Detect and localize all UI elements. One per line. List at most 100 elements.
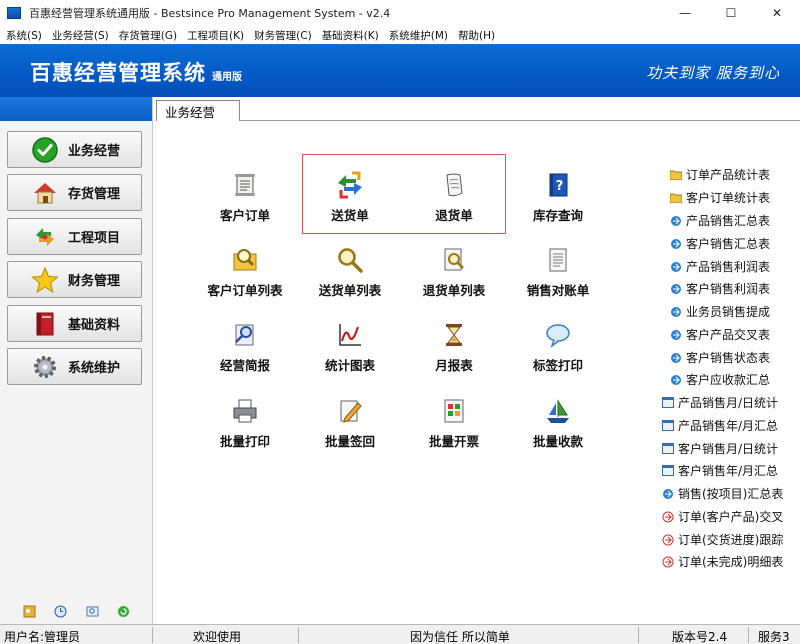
- sidebar-item-business[interactable]: 业务经营: [7, 131, 142, 168]
- statistics-chart-button[interactable]: 统计图表: [295, 319, 405, 374]
- key-icon[interactable]: [23, 604, 37, 618]
- report-link[interactable]: 产品销售年/月汇总: [661, 417, 778, 434]
- batch-collection-button[interactable]: 批量收款: [503, 395, 613, 450]
- grid-label: 批量打印: [219, 434, 270, 449]
- report-link[interactable]: 客户销售月/日统计: [661, 440, 778, 457]
- maximize-button[interactable]: ☐: [708, 0, 754, 26]
- sidebar-item-maintenance[interactable]: 系统维护: [7, 348, 142, 385]
- search-page-icon: [438, 244, 470, 276]
- status-divider: [748, 627, 749, 643]
- report-arrow-icon: [661, 487, 674, 500]
- report-link[interactable]: 客户应收款汇总: [669, 371, 770, 388]
- return-list-button[interactable]: 退货单列表: [399, 244, 509, 299]
- window-report-icon: [661, 442, 674, 455]
- menu-projects[interactable]: 工程项目(K): [181, 28, 248, 43]
- minimize-button[interactable]: —: [662, 0, 708, 26]
- sidebar-item-label: 业务经营: [68, 144, 121, 159]
- batch-signback-button[interactable]: 批量签回: [295, 395, 405, 450]
- report-label: 客户销售月/日统计: [678, 442, 779, 456]
- magnifier-icon[interactable]: [85, 604, 99, 618]
- report-link[interactable]: 客户销售利润表: [669, 280, 770, 297]
- window-title: 百惠经营管理系统通用版 - Bestsince Pro Management S…: [29, 7, 391, 20]
- status-motto: 因为信任 所以简单: [410, 630, 510, 644]
- report-link[interactable]: 产品销售月/日统计: [661, 394, 778, 411]
- status-divider: [152, 627, 153, 643]
- report-link[interactable]: 客户销售年/月汇总: [661, 462, 778, 479]
- report-link[interactable]: 销售(按项目)汇总表: [661, 485, 783, 502]
- grid-label: 送货单列表: [318, 283, 382, 298]
- clock-icon[interactable]: [54, 604, 68, 618]
- red-report-icon: [661, 555, 674, 568]
- report-arrow-icon: [669, 214, 682, 227]
- report-search-icon: [229, 319, 261, 351]
- status-version: 版本号2.4: [672, 630, 728, 644]
- menu-system[interactable]: 系统(S): [0, 28, 46, 43]
- close-button[interactable]: ✕: [754, 0, 800, 26]
- menu-finance[interactable]: 财务管理(C): [248, 28, 316, 43]
- grid-label: 销售对账单: [526, 283, 590, 298]
- title-bar: 百惠经营管理系统通用版 - Bestsince Pro Management S…: [0, 0, 800, 26]
- red-report-icon: [661, 510, 674, 523]
- tab-business[interactable]: 业务经营: [156, 100, 240, 121]
- report-link[interactable]: 订单(未完成)明细表: [661, 553, 783, 570]
- pencil-document-icon: [334, 395, 366, 427]
- ship-icon: [542, 395, 574, 427]
- report-link[interactable]: 客户销售汇总表: [669, 235, 770, 252]
- customer-order-button[interactable]: 客户订单: [190, 169, 300, 224]
- sidebar-item-label: 系统维护: [68, 361, 121, 376]
- report-link[interactable]: 产品销售汇总表: [669, 212, 770, 229]
- status-service: 服务3: [758, 630, 790, 644]
- batch-invoice-button[interactable]: 批量开票: [399, 395, 509, 450]
- delivery-list-button[interactable]: 送货单列表: [295, 244, 405, 299]
- report-link[interactable]: 订单产品统计表: [669, 166, 770, 183]
- customer-order-list-button[interactable]: 客户订单列表: [190, 244, 300, 299]
- report-link[interactable]: 客户订单统计表: [669, 189, 770, 206]
- menu-basic-data[interactable]: 基础资料(K): [316, 28, 383, 43]
- report-link[interactable]: 客户产品交叉表: [669, 326, 770, 343]
- red-book-icon: [30, 309, 60, 339]
- menu-maintenance[interactable]: 系统维护(M): [383, 28, 452, 43]
- return-note-button[interactable]: 退货单: [399, 169, 509, 224]
- sidebar-item-finance[interactable]: 财务管理: [7, 261, 142, 298]
- grid-label: 送货单: [331, 208, 369, 223]
- grid-label: 批量开票: [428, 434, 479, 449]
- report-link[interactable]: 产品销售利润表: [669, 258, 770, 275]
- label-print-button[interactable]: 标签打印: [503, 319, 613, 374]
- sidebar-item-label: 工程项目: [68, 231, 121, 246]
- batch-print-button[interactable]: 批量打印: [190, 395, 300, 450]
- report-link[interactable]: 订单(交货进度)跟踪: [661, 531, 783, 548]
- report-arrow-icon: [669, 305, 682, 318]
- house-icon: [30, 178, 60, 208]
- grid-label: 退货单列表: [422, 283, 486, 298]
- sales-statement-button[interactable]: 销售对账单: [503, 244, 613, 299]
- green-refresh-icon[interactable]: [116, 604, 130, 618]
- invoice-icon: [438, 395, 470, 427]
- report-label: 产品销售月/日统计: [678, 396, 779, 410]
- sidebar-item-basic-data[interactable]: 基础资料: [7, 305, 142, 342]
- report-link[interactable]: 订单(客户产品)交叉: [661, 508, 783, 525]
- monthly-report-button[interactable]: 月报表: [399, 319, 509, 374]
- report-arrow-icon: [669, 351, 682, 364]
- report-arrow-icon: [669, 373, 682, 386]
- delivery-note-button[interactable]: 送货单: [295, 169, 405, 224]
- grid-label: 月报表: [435, 358, 473, 373]
- menu-business[interactable]: 业务经营(S): [46, 28, 113, 43]
- business-brief-button[interactable]: 经营简报: [190, 319, 300, 374]
- sidebar-item-projects[interactable]: 工程项目: [7, 218, 142, 255]
- menu-inventory[interactable]: 存货管理(G): [113, 28, 181, 43]
- inventory-query-button[interactable]: ? 库存查询: [503, 169, 613, 224]
- sidebar-item-label: 财务管理: [68, 274, 121, 289]
- grid-label: 标签打印: [532, 358, 583, 373]
- speech-bubble-icon: [542, 319, 574, 351]
- sidebar-item-inventory[interactable]: 存货管理: [7, 174, 142, 211]
- app-banner: 百惠经营管理系统 通用版 功夫到家 服务到心: [0, 44, 800, 97]
- report-arrow-icon: [669, 237, 682, 250]
- report-label: 产品销售汇总表: [686, 214, 771, 228]
- report-label: 订单(交货进度)跟踪: [678, 533, 784, 547]
- sidebar-item-label: 基础资料: [68, 318, 121, 333]
- report-link[interactable]: 客户销售状态表: [669, 349, 770, 366]
- menu-help[interactable]: 帮助(H): [452, 28, 499, 43]
- status-bar: 用户名:管理员 欢迎使用 因为信任 所以简单 版本号2.4 服务3: [0, 624, 800, 644]
- grid-label: 批量签回: [324, 434, 375, 449]
- report-link[interactable]: 业务员销售提成: [669, 303, 770, 320]
